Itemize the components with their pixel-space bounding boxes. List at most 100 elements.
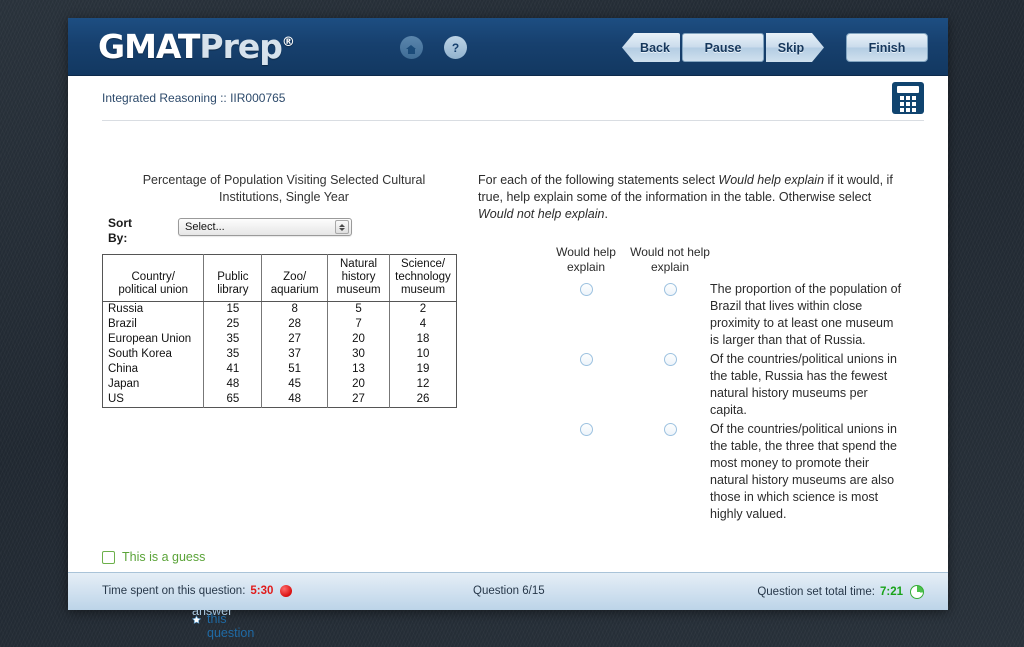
table-cell-zoo_aquarium: 8	[261, 301, 329, 317]
table-row: US 65 48 27 26	[102, 392, 457, 408]
table-cell-science_tech: 4	[388, 317, 457, 332]
table-cell-science_tech: 10	[388, 347, 457, 362]
table-column-header-2: Zoo/aquarium	[261, 254, 329, 302]
radio-would-not-help-explain-1[interactable]	[664, 283, 677, 296]
guess-row: This is a guess	[102, 550, 205, 564]
calculator-icon[interactable]	[892, 82, 924, 114]
statement-list: The proportion of the population of Braz…	[478, 281, 903, 523]
app-header: GMATPrep® ? Back Pause Skip Finish	[68, 18, 948, 76]
radio-would-help-explain-3[interactable]	[580, 423, 593, 436]
total-time-value: 7:21	[879, 586, 903, 598]
statement-row-1: The proportion of the population of Braz…	[478, 281, 903, 349]
table-row: Brazil 25 28 7 4	[102, 317, 457, 332]
skip-button[interactable]: Skip	[766, 33, 824, 62]
status-bar: Time spent on this question: 5:30 Questi…	[68, 572, 948, 610]
table-row: European Union 35 27 20 18	[102, 332, 457, 347]
table-cell-natural_history: 5	[327, 301, 390, 317]
table-cell-zoo_aquarium: 27	[261, 332, 329, 347]
calculator-keys	[900, 96, 916, 112]
table-cell-science_tech: 2	[388, 301, 457, 317]
table-panel: Percentage of Population Visiting Select…	[102, 172, 467, 408]
statement-row-3: Of the countries/political unions in the…	[478, 421, 903, 523]
table-title: Percentage of Population Visiting Select…	[142, 173, 426, 204]
question-instruction: For each of the following statements sel…	[478, 173, 893, 221]
header-nav-buttons: Back Pause Skip Finish	[622, 33, 928, 62]
table-cell-zoo_aquarium: 48	[261, 392, 329, 408]
table-cell-natural_history: 30	[327, 347, 390, 362]
finish-button[interactable]: Finish	[846, 33, 928, 62]
option-header-would-help-explain: Would help explain	[556, 245, 616, 274]
table-cell-public_library: 65	[203, 392, 263, 408]
calculator-display	[897, 86, 919, 93]
cultural-institutions-table: Country/political union Public library Zoo/…	[102, 254, 457, 408]
table-cell-science_tech: 18	[388, 332, 457, 347]
home-icon[interactable]	[400, 36, 423, 59]
time-spent-label: Time spent on this question:	[102, 585, 246, 597]
table-header-row: Country/political union Public library Zoo/…	[102, 254, 457, 302]
table-cell-zoo_aquarium: 28	[261, 317, 329, 332]
red-timer-dot-icon	[280, 585, 293, 597]
home-glyph	[406, 42, 417, 54]
option-column-headers: Would help explain Would not help explai…	[478, 245, 903, 281]
table-column-header-3: Natural history museum	[327, 254, 390, 302]
table-cell-country: European Union	[102, 332, 205, 347]
radio-would-help-explain-1[interactable]	[580, 283, 593, 296]
chevron-up-icon	[339, 223, 345, 227]
table-cell-public_library: 48	[203, 377, 263, 392]
sort-row: Sort By: Select...	[102, 216, 467, 250]
header-divider	[102, 120, 924, 121]
table-cell-zoo_aquarium: 45	[261, 377, 329, 392]
statement-text-2: Of the countries/political unions in the…	[710, 352, 897, 417]
table-cell-country: South Korea	[102, 347, 205, 362]
table-column-header-4: Science/technology museum	[388, 254, 457, 302]
statement-text-3: Of the countries/political unions in the…	[710, 422, 897, 521]
table-column-header-0: Country/political union	[102, 254, 205, 302]
instruction-emphasis-yes: Would help explain	[718, 173, 825, 187]
question-counter: Question 6/15	[473, 585, 545, 597]
this-is-a-guess-label: This is a guess	[122, 550, 206, 564]
total-time-label: Question set total time:	[757, 586, 875, 598]
help-icon[interactable]: ?	[444, 36, 467, 59]
table-row: South Korea 35 37 30 10	[102, 347, 457, 362]
table-cell-zoo_aquarium: 51	[261, 362, 329, 377]
total-time-group: Question set total time: 7:21	[757, 585, 924, 599]
table-cell-science_tech: 12	[388, 377, 457, 392]
pause-button[interactable]: Pause	[682, 33, 764, 62]
instruction-emphasis-no: Would not help explain	[478, 207, 605, 221]
question-panel: For each of the following statements sel…	[478, 172, 903, 525]
table-row: China 41 51 13 19	[102, 362, 457, 377]
radio-would-help-explain-2[interactable]	[580, 353, 593, 366]
breadcrumb: Integrated Reasoning :: IIR000765	[102, 91, 286, 105]
table-cell-public_library: 35	[203, 347, 263, 362]
option-header-would-not-help-explain: Would not help explain	[630, 245, 710, 274]
table-row: Japan 48 45 20 12	[102, 377, 457, 392]
table-cell-public_library: 25	[203, 317, 263, 332]
table-row: Russia 15 8 5 2	[102, 301, 457, 317]
green-timer-pie-icon	[910, 585, 924, 599]
table-column-header-1: Public library	[203, 254, 263, 302]
chevron-down-icon	[339, 227, 345, 231]
back-button[interactable]: Back	[622, 33, 680, 62]
table-cell-natural_history: 7	[327, 317, 390, 332]
stepper-icon[interactable]	[335, 220, 349, 234]
table-cell-country: Russia	[102, 301, 205, 317]
radio-would-not-help-explain-3[interactable]	[664, 423, 677, 436]
table-cell-public_library: 35	[203, 332, 263, 347]
table-cell-natural_history: 13	[327, 362, 390, 377]
table-cell-public_library: 41	[203, 362, 263, 377]
radio-would-not-help-explain-2[interactable]	[664, 353, 677, 366]
statement-text-1: The proportion of the population of Braz…	[710, 282, 902, 347]
sort-by-label: Sort By:	[108, 216, 132, 245]
star-icon	[192, 615, 201, 624]
app-window: GMATPrep® ? Back Pause Skip Finish Integ…	[68, 18, 948, 640]
logo-registered-mark: ®	[281, 35, 295, 50]
logo-sub: Prep	[199, 27, 282, 66]
table-cell-science_tech: 19	[388, 362, 457, 377]
table-cell-country: China	[102, 362, 205, 377]
table-cell-country: US	[102, 392, 205, 408]
this-is-a-guess-checkbox[interactable]	[102, 550, 115, 564]
sort-by-select[interactable]: Select...	[178, 218, 352, 236]
table-cell-country: Japan	[102, 377, 205, 392]
sort-by-value: Select...	[185, 221, 225, 233]
table-cell-natural_history: 20	[327, 377, 390, 392]
